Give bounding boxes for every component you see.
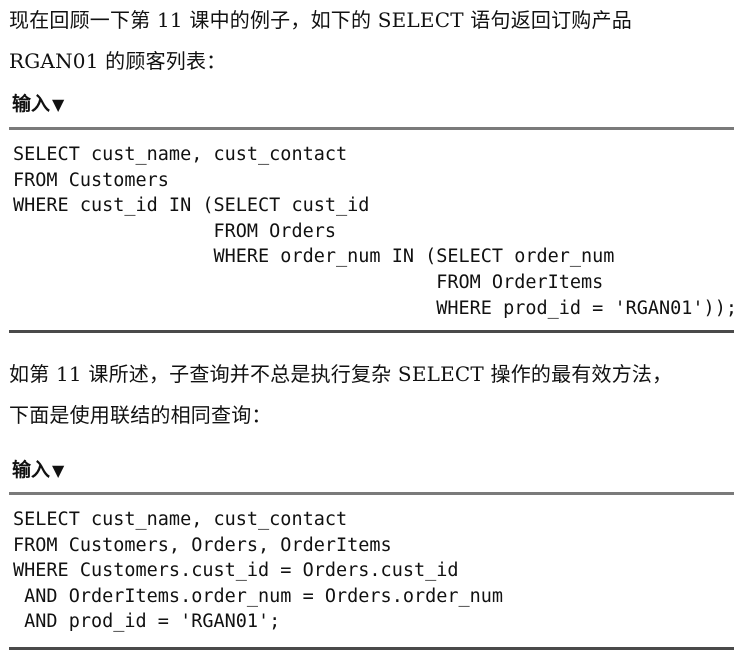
code-line: WHERE order_num IN (SELECT order_num	[13, 246, 615, 268]
middle-paragraph: 如第 11 课所述，子查询并不总是执行复杂 SELECT 操作的最有效方法， 下…	[9, 354, 745, 436]
middle-line-2: 下面是使用联结的相同查询：	[9, 403, 272, 427]
code-line: AND prod_id = 'RGAN01';	[13, 611, 281, 633]
code-block-subquery: SELECT cust_name, cust_contact FROM Custo…	[9, 127, 737, 333]
code-line: WHERE Customers.cust_id = Orders.cust_id	[13, 560, 459, 582]
code-line: SELECT cust_name, cust_contact	[13, 144, 348, 165]
triangle-down-icon: ▼	[52, 461, 65, 480]
code-line: WHERE prod_id = 'RGAN01'));	[13, 297, 737, 319]
middle-line-1: 如第 11 课所述，子查询并不总是执行复杂 SELECT 操作的最有效方法，	[9, 362, 673, 386]
intro-line-1: 现在回顾一下第 11 课中的例子，如下的 SELECT 语句返回订购产品	[9, 8, 632, 32]
code-line: SELECT cust_name, cust_contact	[13, 509, 348, 530]
input-label-2: 输入 ▼	[12, 458, 64, 483]
intro-paragraph: 现在回顾一下第 11 课中的例子，如下的 SELECT 语句返回订购产品 RGA…	[9, 0, 745, 82]
code-line: WHERE cust_id IN (SELECT cust_id	[13, 195, 370, 217]
code-block-join: SELECT cust_name, cust_contact FROM Custo…	[9, 492, 734, 650]
input-label-text: 输入	[12, 93, 51, 115]
code-listing: SELECT cust_name, cust_contact FROM Custo…	[9, 142, 737, 321]
code-line: FROM Customers, Orders, OrderItems	[13, 534, 392, 556]
code-line: AND OrderItems.order_num = Orders.order_…	[13, 585, 504, 607]
code-line: FROM Orders	[13, 220, 337, 242]
code-line: FROM OrderItems	[13, 271, 604, 293]
code-line: FROM Customers	[13, 169, 169, 191]
input-label-text: 输入	[12, 459, 51, 481]
input-label-1: 输入 ▼	[12, 92, 64, 117]
code-listing: SELECT cust_name, cust_contact FROM Custo…	[9, 507, 734, 635]
intro-line-2: RGAN01 的顾客列表：	[9, 49, 227, 73]
triangle-down-icon: ▼	[52, 95, 65, 114]
